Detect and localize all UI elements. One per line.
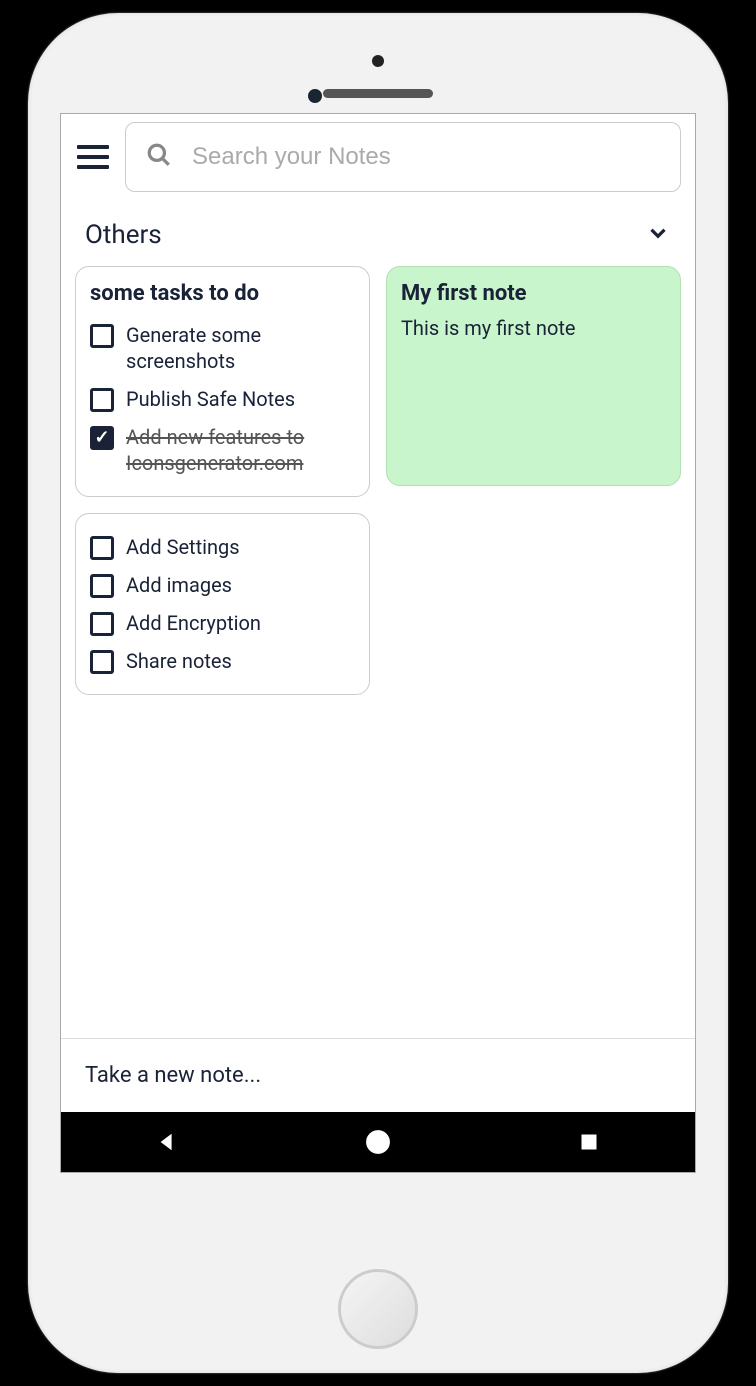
task-item[interactable]: Add images — [90, 566, 355, 604]
task-text: Share notes — [126, 648, 232, 674]
note-body: This is my first note — [401, 316, 666, 340]
note-card-first[interactable]: My first note This is my first note — [386, 266, 681, 486]
new-note-placeholder: Take a new note... — [85, 1063, 261, 1088]
task-item[interactable]: Add Settings — [90, 528, 355, 566]
menu-icon[interactable] — [75, 139, 111, 175]
task-text: Publish Safe Notes — [126, 386, 295, 412]
section-title: Others — [85, 220, 162, 250]
phone-frame: Others some tasks to do Generate some sc… — [28, 13, 728, 1373]
search-box[interactable] — [125, 122, 681, 192]
checkbox-unchecked[interactable] — [90, 650, 114, 674]
task-item[interactable]: Share notes — [90, 642, 355, 680]
note-title: some tasks to do — [90, 281, 355, 306]
nav-recent-icon[interactable] — [569, 1122, 609, 1162]
task-text: Add Encryption — [126, 610, 261, 636]
note-card-tasks2[interactable]: Add Settings Add images Add Encryption S… — [75, 513, 370, 695]
android-nav-bar — [61, 1112, 695, 1172]
checkbox-unchecked[interactable] — [90, 536, 114, 560]
new-note-bar[interactable]: Take a new note... — [61, 1038, 695, 1112]
checkbox-checked[interactable] — [90, 426, 114, 450]
checkbox-unchecked[interactable] — [90, 388, 114, 412]
section-header[interactable]: Others — [61, 200, 695, 266]
task-text: Add Settings — [126, 534, 240, 560]
nav-home-icon[interactable] — [358, 1122, 398, 1162]
search-icon — [146, 142, 172, 172]
note-title: My first note — [401, 281, 666, 306]
note-card-tasks[interactable]: some tasks to do Generate some screensho… — [75, 266, 370, 497]
app-header — [61, 114, 695, 200]
task-item[interactable]: Add new features to Iconsgenerator.com — [90, 418, 355, 482]
checkbox-unchecked[interactable] — [90, 612, 114, 636]
task-item[interactable]: Generate some screenshots — [90, 316, 355, 380]
task-text: Add new features to Iconsgenerator.com — [126, 424, 355, 476]
chevron-down-icon[interactable] — [645, 220, 671, 250]
speaker-grille — [323, 89, 433, 98]
task-item[interactable]: Publish Safe Notes — [90, 380, 355, 418]
app-screen: Others some tasks to do Generate some sc… — [60, 113, 696, 1173]
task-text: Add images — [126, 572, 232, 598]
search-input[interactable] — [192, 143, 660, 171]
notes-grid: some tasks to do Generate some screensho… — [61, 266, 695, 695]
phone-home-button[interactable] — [338, 1269, 418, 1349]
task-item[interactable]: Add Encryption — [90, 604, 355, 642]
camera-dot — [372, 55, 384, 67]
checkbox-unchecked[interactable] — [90, 324, 114, 348]
nav-back-icon[interactable] — [147, 1122, 187, 1162]
front-camera — [308, 89, 322, 103]
checkbox-unchecked[interactable] — [90, 574, 114, 598]
spacer — [61, 695, 695, 1038]
task-text: Generate some screenshots — [126, 322, 355, 374]
